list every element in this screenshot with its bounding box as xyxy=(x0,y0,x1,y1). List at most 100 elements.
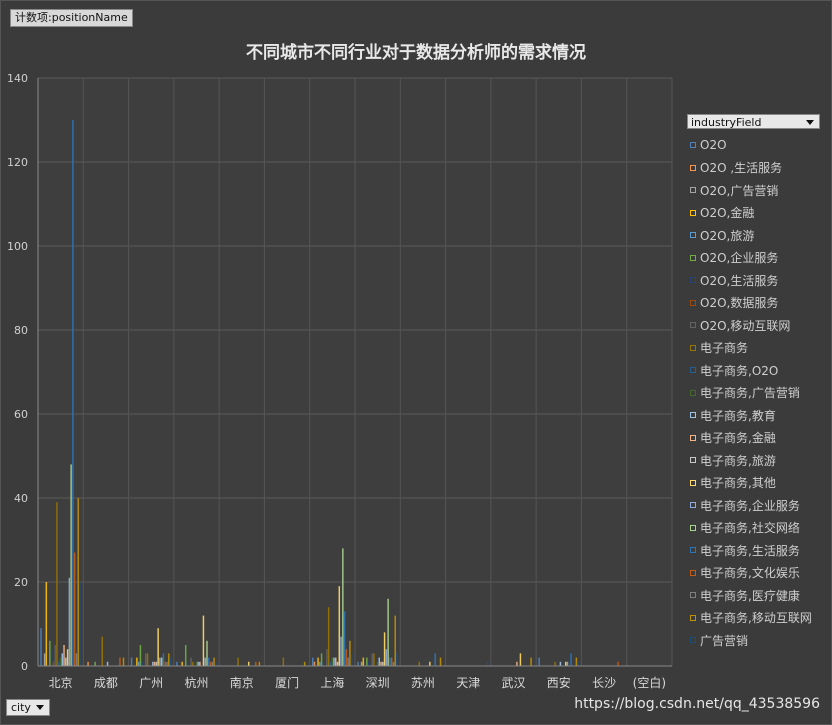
bar xyxy=(157,628,159,666)
legend-label: 电子商务,医疗健康 xyxy=(700,588,800,603)
legend: O2O O2O ,生活服务 O2O,广告营销 O2O,金融 O2O,旅游 O2O,企业服务… xyxy=(690,134,830,652)
bar xyxy=(247,661,250,666)
chevron-down-icon xyxy=(806,120,814,125)
watermark-text: https://blog.csdn.net/qq_43538596 xyxy=(574,696,820,712)
legend-item: 电子商务,O2O xyxy=(690,359,830,382)
bar xyxy=(331,657,333,666)
bar xyxy=(319,661,321,666)
x-tick-label: 西安 xyxy=(547,675,571,690)
bar xyxy=(335,657,337,666)
x-tick-label: 深圳 xyxy=(366,676,390,690)
x-tick-label: 长沙 xyxy=(592,676,616,690)
legend-swatch xyxy=(690,457,696,464)
bar xyxy=(63,645,65,666)
bar xyxy=(333,657,335,666)
bar xyxy=(617,661,619,666)
bar xyxy=(303,661,306,666)
legend-swatch xyxy=(690,614,696,621)
bar xyxy=(70,464,72,666)
legend-swatch xyxy=(690,569,696,576)
legend-label: 电子商务,广告营销 xyxy=(700,386,800,401)
legend-label: O2O,移动互联网 xyxy=(700,318,791,333)
legend-item: 广告营销 xyxy=(690,629,830,652)
bar xyxy=(382,661,384,666)
x-tick-label: 成都 xyxy=(94,676,118,690)
legend-field-dropdown[interactable]: industryField xyxy=(687,114,820,129)
city-field-dropdown[interactable]: city xyxy=(6,699,50,716)
bar xyxy=(206,640,208,666)
bar xyxy=(130,657,133,666)
legend-swatch xyxy=(690,187,696,194)
legend-swatch xyxy=(690,142,696,149)
bar xyxy=(145,653,147,666)
bar xyxy=(52,661,55,666)
bar xyxy=(184,645,187,666)
bar xyxy=(146,653,149,666)
bar xyxy=(209,661,212,666)
y-tick-label: 40 xyxy=(14,492,28,505)
legend-swatch xyxy=(690,502,696,509)
bar xyxy=(396,653,398,666)
bar xyxy=(202,615,205,666)
bar xyxy=(211,661,214,666)
bar xyxy=(186,661,189,666)
legend-swatch xyxy=(690,412,696,419)
legend-item: 电子商务,社交网络 xyxy=(690,517,830,540)
bar xyxy=(255,661,257,666)
bar xyxy=(73,552,76,666)
bar xyxy=(326,649,328,666)
bar xyxy=(519,653,522,666)
legend-item: 电子商务,企业服务 xyxy=(690,494,830,517)
x-tick-label: 苏州 xyxy=(411,676,435,690)
legend-swatch xyxy=(690,434,696,441)
legend-field-label: industryField xyxy=(691,116,762,129)
legend-label: O2O xyxy=(700,138,727,153)
bar xyxy=(162,653,165,666)
bar xyxy=(380,661,382,666)
bar xyxy=(313,661,316,666)
bar xyxy=(367,661,370,666)
legend-item: 电子商务,广告营销 xyxy=(690,382,830,405)
bar xyxy=(336,661,339,666)
bar xyxy=(362,657,365,666)
legend-swatch xyxy=(690,299,696,306)
bar xyxy=(350,653,353,666)
legend-swatch xyxy=(690,367,696,374)
x-tick-label: 上海 xyxy=(320,675,344,690)
legend-item: 电子商务 xyxy=(690,337,830,360)
bar xyxy=(564,661,567,666)
legend-swatch xyxy=(690,547,696,554)
bar xyxy=(195,661,198,666)
bar xyxy=(530,657,532,666)
bar xyxy=(199,661,201,666)
bar xyxy=(340,636,342,666)
bar xyxy=(338,586,341,666)
chevron-down-icon xyxy=(35,705,44,710)
bar xyxy=(68,577,71,666)
legend-item: 电子商务,移动互联网 xyxy=(690,607,830,630)
bar xyxy=(387,598,389,666)
legend-label: 电子商务 xyxy=(700,341,749,356)
x-tick-label: 北京 xyxy=(49,676,73,690)
bar xyxy=(439,657,442,666)
bar xyxy=(345,649,348,666)
bar xyxy=(160,657,163,666)
legend-item: O2O,旅游 xyxy=(690,224,830,247)
legend-item: O2O,生活服务 xyxy=(690,269,830,292)
legend-item: 电子商务,其他 xyxy=(690,472,830,495)
legend-swatch xyxy=(690,479,696,486)
bar xyxy=(168,653,170,666)
bar xyxy=(429,661,431,666)
legend-swatch xyxy=(690,344,696,351)
bar xyxy=(141,661,143,666)
bar xyxy=(538,657,540,666)
bar xyxy=(320,653,323,666)
bar xyxy=(566,661,569,666)
y-tick-label: 80 xyxy=(14,324,28,337)
bar xyxy=(197,661,199,666)
legend-label: 电子商务,文化娱乐 xyxy=(700,566,800,581)
x-tick-label: 武汉 xyxy=(501,676,525,690)
legend-label: 电子商务,其他 xyxy=(700,476,776,491)
bar xyxy=(164,661,166,666)
bar xyxy=(119,657,121,666)
